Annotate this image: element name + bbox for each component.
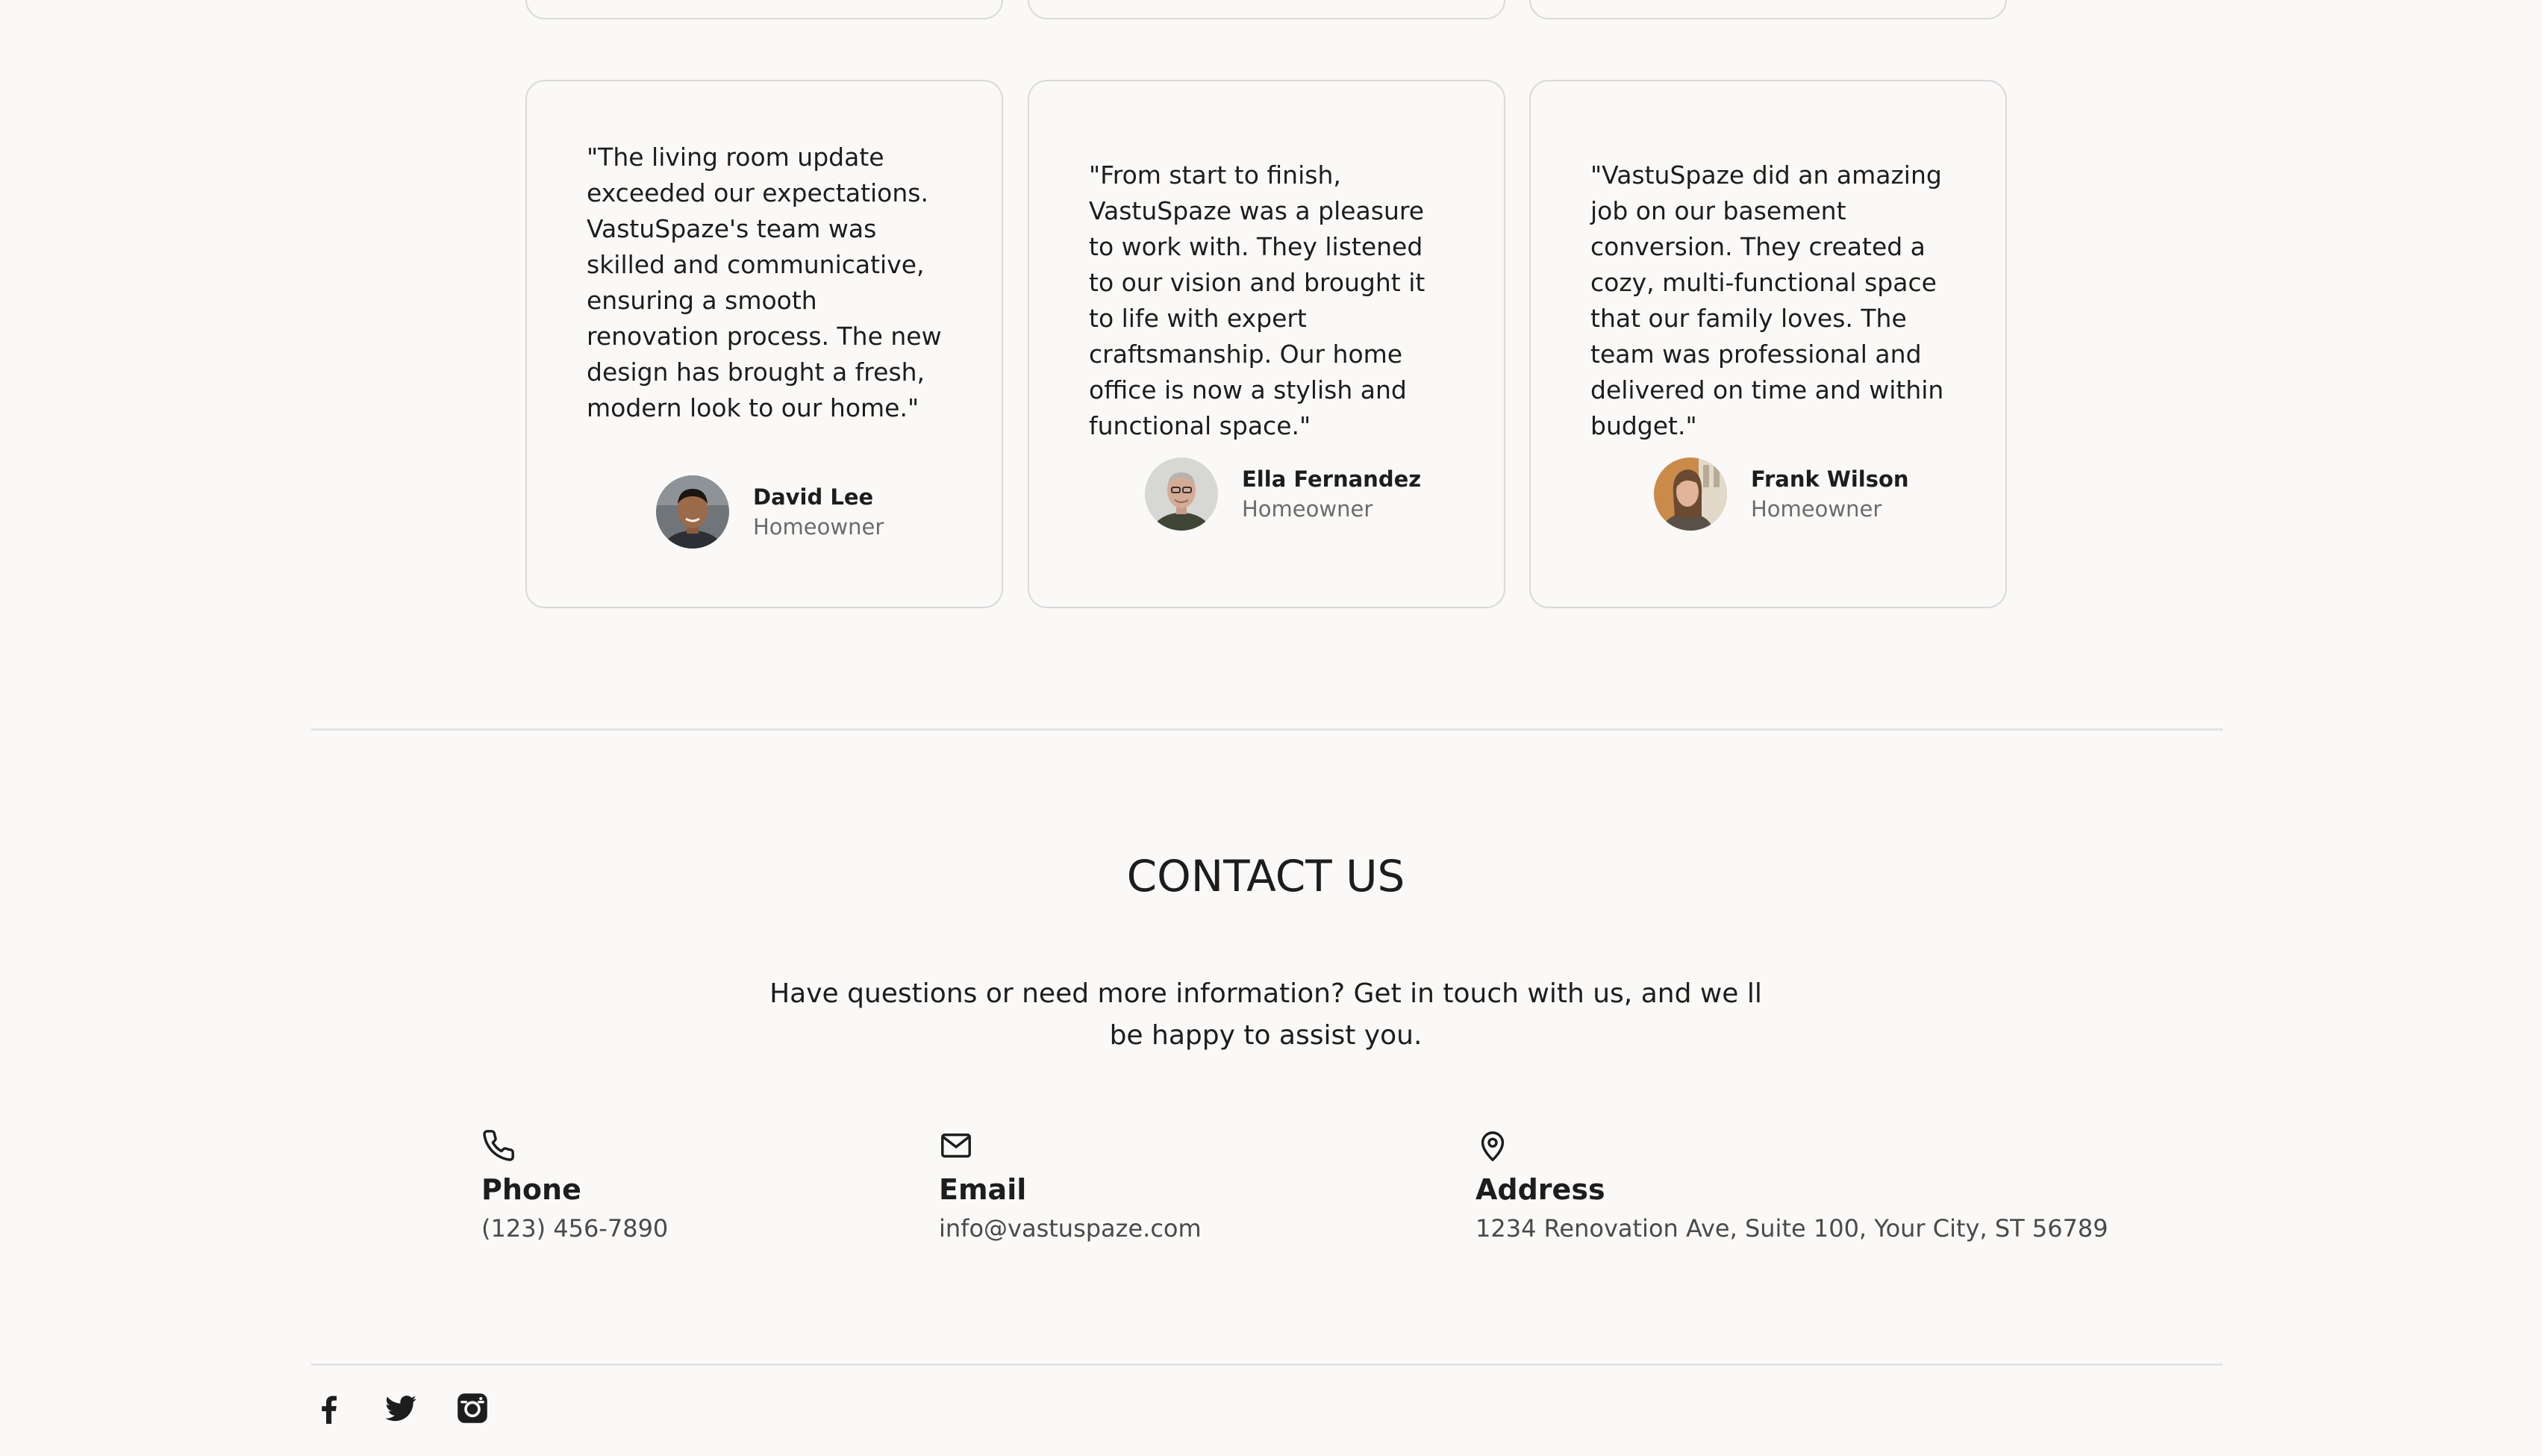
email-label: Email bbox=[939, 1173, 1027, 1206]
previous-testimonial-card bbox=[525, 0, 1003, 19]
avatar-image bbox=[656, 475, 729, 549]
author-name: Frank Wilson bbox=[1751, 466, 1909, 492]
facebook-icon[interactable] bbox=[310, 1390, 348, 1427]
author-role: Homeowner bbox=[753, 514, 884, 540]
phone-value[interactable]: (123) 456-7890 bbox=[481, 1209, 668, 1248]
phone-label: Phone bbox=[481, 1173, 581, 1206]
avatar-image bbox=[1654, 457, 1727, 531]
testimonial-author: Frank Wilson Homeowner bbox=[1654, 457, 1909, 531]
contact-description: Have questions or need more information?… bbox=[769, 978, 1762, 1051]
avatar bbox=[1145, 457, 1218, 531]
email-value[interactable]: info@vastuspaze.com bbox=[939, 1209, 1202, 1248]
testimonial-quote: "From start to finish, VastuSpaze was a … bbox=[1089, 160, 1425, 440]
phone-icon bbox=[483, 1130, 514, 1161]
testimonial-quote: "VastuSpaze did an amazing job on our ba… bbox=[1590, 160, 1944, 440]
page: "The living room update exceeded our exp… bbox=[0, 0, 2542, 1456]
testimonial-card: "The living room update exceeded our exp… bbox=[525, 80, 1003, 608]
contact-address: Address 1234 Renovation Ave, Suite 100, … bbox=[1475, 1128, 2108, 1248]
author-name: David Lee bbox=[753, 484, 874, 510]
instagram-icon[interactable] bbox=[454, 1390, 491, 1427]
previous-testimonial-card bbox=[1028, 0, 1505, 19]
author-name: Ella Fernandez bbox=[1242, 466, 1422, 492]
testimonial-card: "From start to finish, VastuSpaze was a … bbox=[1028, 80, 1505, 608]
mail-icon bbox=[941, 1133, 971, 1158]
avatar bbox=[656, 475, 729, 549]
testimonial-quote: "The living room update exceeded our exp… bbox=[587, 143, 942, 422]
avatar bbox=[1654, 457, 1727, 531]
address-value: 1234 Renovation Ave, Suite 100, Your Cit… bbox=[1475, 1214, 2108, 1243]
avatar-image bbox=[1145, 457, 1218, 531]
author-role: Homeowner bbox=[1751, 496, 1882, 522]
twitter-icon[interactable] bbox=[382, 1390, 419, 1427]
section-divider bbox=[311, 728, 2223, 731]
testimonial-card: "VastuSpaze did an amazing job on our ba… bbox=[1529, 80, 2007, 608]
contact-phone: Phone (123) 456-7890 bbox=[481, 1128, 668, 1248]
author-role: Homeowner bbox=[1242, 496, 1373, 522]
contact-email: Email info@vastuspaze.com bbox=[939, 1128, 1202, 1248]
testimonial-author: David Lee Homeowner bbox=[656, 475, 884, 549]
previous-testimonial-card bbox=[1529, 0, 2007, 19]
map-pin-icon bbox=[1481, 1131, 1505, 1161]
address-label: Address bbox=[1475, 1173, 1605, 1206]
contact-title: CONTACT US bbox=[1126, 851, 1405, 902]
footer-divider bbox=[311, 1363, 2223, 1366]
testimonial-author: Ella Fernandez Homeowner bbox=[1145, 457, 1421, 531]
